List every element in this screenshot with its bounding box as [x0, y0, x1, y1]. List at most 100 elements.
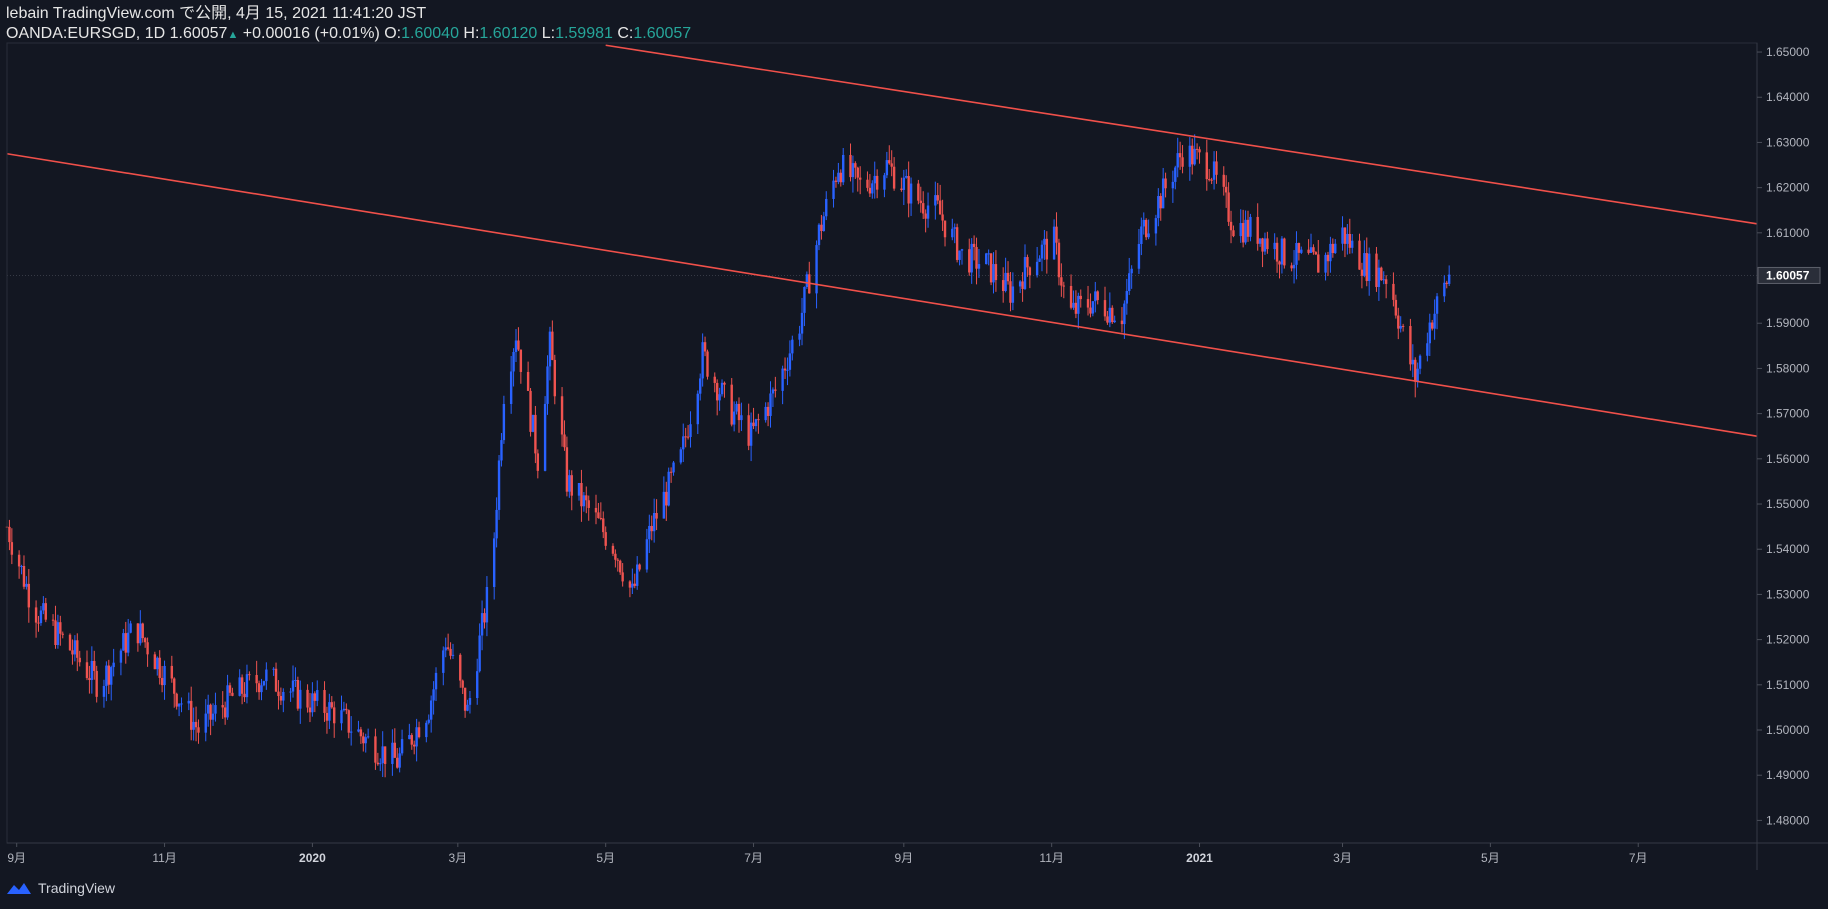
candle-body — [917, 183, 920, 201]
candle-body — [737, 403, 741, 421]
candle-body — [1057, 242, 1061, 278]
candle-body — [968, 249, 971, 273]
candle-body — [786, 369, 789, 371]
candle-body — [492, 538, 496, 587]
candle-body — [975, 247, 978, 269]
candle-body — [1249, 216, 1252, 237]
candle-body — [951, 228, 954, 238]
candle-body — [345, 708, 348, 711]
candle-body — [194, 721, 198, 728]
candle-body — [699, 378, 702, 394]
candle-body — [1176, 153, 1179, 168]
plot-border — [6, 42, 1758, 844]
price-axis[interactable]: 1.65000 1.64000 1.63000 1.62000 1.61000 1.600… — [1757, 45, 1821, 827]
candle-body — [514, 340, 518, 352]
candle-body — [747, 415, 750, 446]
candlestick-chart[interactable]: 1.65000 1.64000 1.63000 1.62000 1.61000 1.600… — [0, 0, 1828, 909]
candle-body — [366, 736, 370, 738]
candle-body — [851, 163, 855, 178]
candle-body — [989, 253, 993, 283]
candle-body — [1241, 223, 1245, 243]
candle-body — [892, 166, 896, 189]
candle-body — [934, 195, 937, 206]
candle-body — [342, 708, 346, 711]
candle-body — [1137, 244, 1141, 269]
candle-body — [822, 216, 826, 232]
candle-body — [204, 713, 207, 733]
candle-body — [713, 376, 716, 383]
candle-body — [1178, 153, 1182, 158]
candle-body — [1120, 320, 1124, 325]
candle-body — [718, 394, 721, 401]
candle-body — [958, 250, 961, 260]
candle-body — [1004, 272, 1007, 292]
candle-body — [1261, 238, 1264, 252]
candle-body — [825, 198, 828, 217]
candle-body — [764, 406, 767, 421]
candle-body — [1091, 301, 1095, 314]
candle-body — [960, 249, 964, 251]
candle-body — [330, 702, 333, 708]
candle-body — [941, 214, 944, 221]
candle-body — [1161, 178, 1165, 209]
candle-body — [631, 583, 634, 588]
candle-body — [568, 475, 571, 492]
candle-body — [197, 727, 200, 733]
candle-body — [1103, 300, 1107, 317]
brand-text[interactable]: TradingView — [38, 880, 115, 896]
candle-body — [192, 721, 195, 730]
candle-body — [1130, 268, 1133, 274]
candle-body — [376, 762, 380, 765]
candle-body — [1188, 145, 1192, 167]
candle-body — [209, 704, 212, 720]
candle-body — [919, 200, 922, 204]
candle-body — [1392, 283, 1395, 300]
candle-body — [1292, 264, 1296, 269]
candle-body — [1077, 295, 1080, 314]
candle-body — [173, 678, 176, 694]
time-tick-label: 5月 — [596, 851, 615, 865]
candle-body — [1309, 247, 1313, 253]
candle-body — [1089, 307, 1092, 314]
candle-body — [410, 735, 413, 745]
time-axis[interactable]: 9月 11月 2020 3月 5月 7月 9月 11月 2021 3月 5月 7月 — [7, 843, 1648, 865]
candle-body — [223, 707, 227, 718]
candle-body — [907, 176, 910, 204]
candle-body — [815, 245, 818, 294]
candle-body — [900, 188, 903, 190]
candle-body — [1224, 186, 1228, 193]
tradingview-logo-icon[interactable] — [6, 880, 32, 896]
candle-body — [652, 512, 656, 532]
candle-body — [391, 742, 394, 764]
candle-body — [1266, 238, 1269, 250]
candle-body — [153, 654, 157, 670]
candle-body — [177, 703, 181, 707]
price-tick-label: 1.59000 — [1766, 316, 1810, 330]
candle-body — [890, 163, 893, 167]
candle-body — [1062, 285, 1065, 287]
candle-body — [817, 224, 821, 246]
candle-body — [1128, 273, 1131, 292]
candle-body — [1343, 227, 1347, 244]
time-tick-label: 9月 — [894, 851, 913, 865]
candle-body — [854, 163, 857, 168]
candle-body — [1394, 299, 1398, 316]
time-tick-label: 3月 — [1333, 851, 1352, 865]
candle-body — [136, 623, 140, 644]
candle-body — [686, 436, 690, 438]
candle-body — [255, 675, 258, 684]
candle-body — [449, 648, 452, 656]
footer: TradingView — [6, 880, 115, 896]
trendlines-layer[interactable] — [6, 44, 1758, 438]
candle-body — [938, 200, 942, 215]
candle-body — [858, 177, 862, 180]
candle-body — [1174, 167, 1177, 182]
candle-body — [832, 180, 835, 199]
candle-body — [1038, 258, 1041, 262]
candle-body — [1074, 302, 1078, 314]
candle-body — [61, 633, 64, 635]
candle-body — [924, 213, 927, 219]
candle-body — [1433, 313, 1436, 329]
candle-body — [139, 623, 142, 644]
candle-body — [141, 623, 144, 639]
